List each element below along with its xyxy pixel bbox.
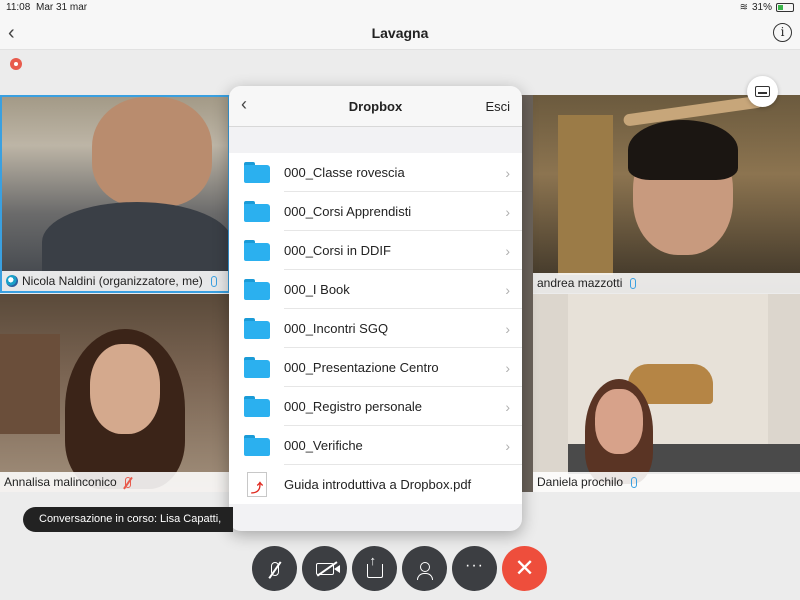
file-list: 000_Classe rovescia › 000_Corsi Apprendi…	[229, 153, 522, 504]
popover-title: Dropbox	[348, 99, 403, 114]
status-right: ≋ 31%	[740, 2, 794, 13]
participant-name: Annalisa malinconico	[4, 475, 117, 489]
folder-label: 000_I Book	[284, 282, 350, 297]
folder-icon	[244, 435, 270, 456]
chevron-right-icon: ›	[505, 320, 510, 337]
participant-name: Nicola Naldini (organizzatore, me)	[22, 274, 203, 288]
status-time: 11:08	[6, 2, 31, 13]
folder-item[interactable]: 000_I Book ›	[229, 270, 522, 309]
file-item[interactable]: ⤴ Guida introduttiva a Dropbox.pdf	[229, 465, 522, 504]
folder-icon	[244, 162, 270, 183]
participant-video	[595, 389, 643, 454]
video-tile-self[interactable]: Nicola Naldini (organizzatore, me)	[0, 95, 230, 293]
close-icon: ✕	[514, 555, 535, 582]
video-tile[interactable]: Annalisa malinconico	[0, 294, 230, 492]
folder-icon	[244, 279, 270, 300]
pdf-icon: ⤴	[247, 472, 267, 497]
folder-icon	[244, 357, 270, 378]
webex-logo-icon	[6, 275, 18, 287]
recording-indicator-icon	[10, 58, 22, 70]
video-tile[interactable]: Daniela prochilo	[533, 294, 800, 492]
microphone-muted-icon	[270, 561, 279, 576]
folder-label: 000_Corsi Apprendisti	[284, 204, 412, 219]
folder-item[interactable]: 000_Corsi Apprendisti ›	[229, 192, 522, 231]
folder-label: 000_Verifiche	[284, 438, 363, 453]
battery-percent: 31%	[751, 2, 772, 13]
close-button[interactable]: Esci	[485, 99, 510, 114]
background-door	[558, 115, 613, 275]
folder-label: 000_Corsi in DDIF	[284, 243, 391, 258]
folder-label: 000_Registro personale	[284, 399, 423, 414]
chevron-right-icon: ›	[505, 281, 510, 298]
folder-item[interactable]: 000_Corsi in DDIF ›	[229, 231, 522, 270]
dropbox-popover: ‹ Dropbox Esci 000_Classe rovescia › 000…	[229, 86, 522, 531]
video-toggle-button[interactable]	[302, 546, 347, 591]
more-dots-icon: ···	[465, 556, 484, 574]
folder-icon	[244, 240, 270, 261]
participants-icon	[416, 561, 433, 580]
folder-label: 000_Presentazione Centro	[284, 360, 439, 375]
popover-header: ‹ Dropbox Esci	[229, 86, 522, 127]
participant-name-bar: Annalisa malinconico	[0, 472, 230, 492]
participants-button[interactable]	[402, 546, 447, 591]
folder-label: 000_Incontri SGQ	[284, 321, 389, 336]
camera-off-icon	[315, 562, 340, 575]
folder-label: 000_Classe rovescia	[284, 165, 405, 180]
mute-button[interactable]	[252, 546, 297, 591]
status-date: Mar 31 mar	[36, 2, 88, 13]
participant-name: Daniela prochilo	[537, 475, 624, 489]
status-bar: 11:08 Mar 31 mar ≋ 31%	[0, 0, 800, 16]
chevron-right-icon: ›	[505, 242, 510, 259]
background-shelf	[0, 334, 60, 434]
call-controls: ··· ✕	[252, 546, 547, 591]
share-icon	[366, 553, 383, 578]
conversation-toast: Conversazione in corso: Lisa Capatti,	[23, 507, 233, 532]
page-title: Lavagna	[371, 25, 429, 41]
folder-icon	[244, 318, 270, 339]
battery-icon	[776, 3, 794, 12]
layout-icon	[755, 86, 770, 97]
info-icon[interactable]: i	[773, 23, 792, 42]
participant-name-bar: Nicola Naldini (organizzatore, me)	[2, 271, 228, 291]
participant-video	[90, 344, 160, 434]
folder-item[interactable]: 000_Presentazione Centro ›	[229, 348, 522, 387]
video-tile[interactable]: andrea mazzotti	[533, 95, 800, 293]
participant-name-bar: andrea mazzotti	[533, 273, 800, 293]
nav-bar: ‹ Lavagna i	[0, 16, 800, 50]
chevron-right-icon: ›	[505, 164, 510, 181]
chevron-right-icon: ›	[505, 203, 510, 220]
participant-hair	[628, 120, 738, 180]
folder-icon	[244, 396, 270, 417]
folder-item[interactable]: 000_Verifiche ›	[229, 426, 522, 465]
microphone-muted-icon	[124, 476, 131, 488]
folder-item[interactable]: 000_Registro personale ›	[229, 387, 522, 426]
microphone-icon	[630, 277, 637, 289]
folder-item[interactable]: 000_Classe rovescia ›	[229, 153, 522, 192]
folder-item[interactable]: 000_Incontri SGQ ›	[229, 309, 522, 348]
participant-name-bar: Daniela prochilo	[533, 472, 800, 492]
wifi-icon: ≋	[739, 2, 748, 13]
chevron-right-icon: ›	[505, 398, 510, 415]
participant-name: andrea mazzotti	[537, 276, 623, 290]
participant-video	[92, 97, 212, 207]
folder-icon	[244, 201, 270, 222]
chevron-right-icon: ›	[505, 437, 510, 454]
file-label: Guida introduttiva a Dropbox.pdf	[284, 477, 472, 492]
participant-video-body	[42, 202, 228, 282]
microphone-icon	[631, 476, 638, 488]
layout-toggle-button[interactable]	[747, 76, 778, 107]
more-button[interactable]: ···	[452, 546, 497, 591]
share-button[interactable]	[352, 546, 397, 591]
microphone-icon	[210, 275, 217, 287]
chevron-right-icon: ›	[505, 359, 510, 376]
end-call-button[interactable]: ✕	[502, 546, 547, 591]
